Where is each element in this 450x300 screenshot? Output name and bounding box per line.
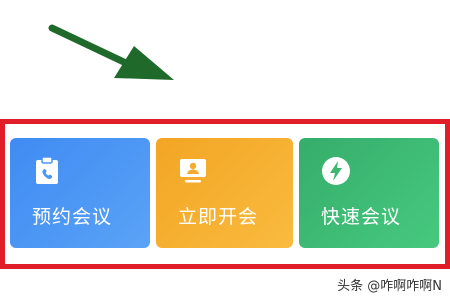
lightning-icon [320,155,352,187]
annotation-arrow-icon [48,24,174,80]
meeting-actions: 预约会议 立即开会 快速会议 [10,138,440,248]
start-meeting-label: 立即开会 [178,206,259,228]
schedule-meeting-label: 预约会议 [32,206,113,228]
watermark-text: 头条 @咋啊咋啊N [337,279,442,294]
quick-meeting-label: 快速会议 [321,206,402,228]
start-meeting-button[interactable]: 立即开会 [156,138,293,248]
monitor-person-icon [177,155,209,187]
screenshot-stage: 预约会议 立即开会 快速会议 头条 @咋啊咋啊N [0,0,450,300]
quick-meeting-button[interactable]: 快速会议 [299,138,439,248]
schedule-meeting-button[interactable]: 预约会议 [10,138,150,248]
clipboard-phone-icon [31,155,63,187]
